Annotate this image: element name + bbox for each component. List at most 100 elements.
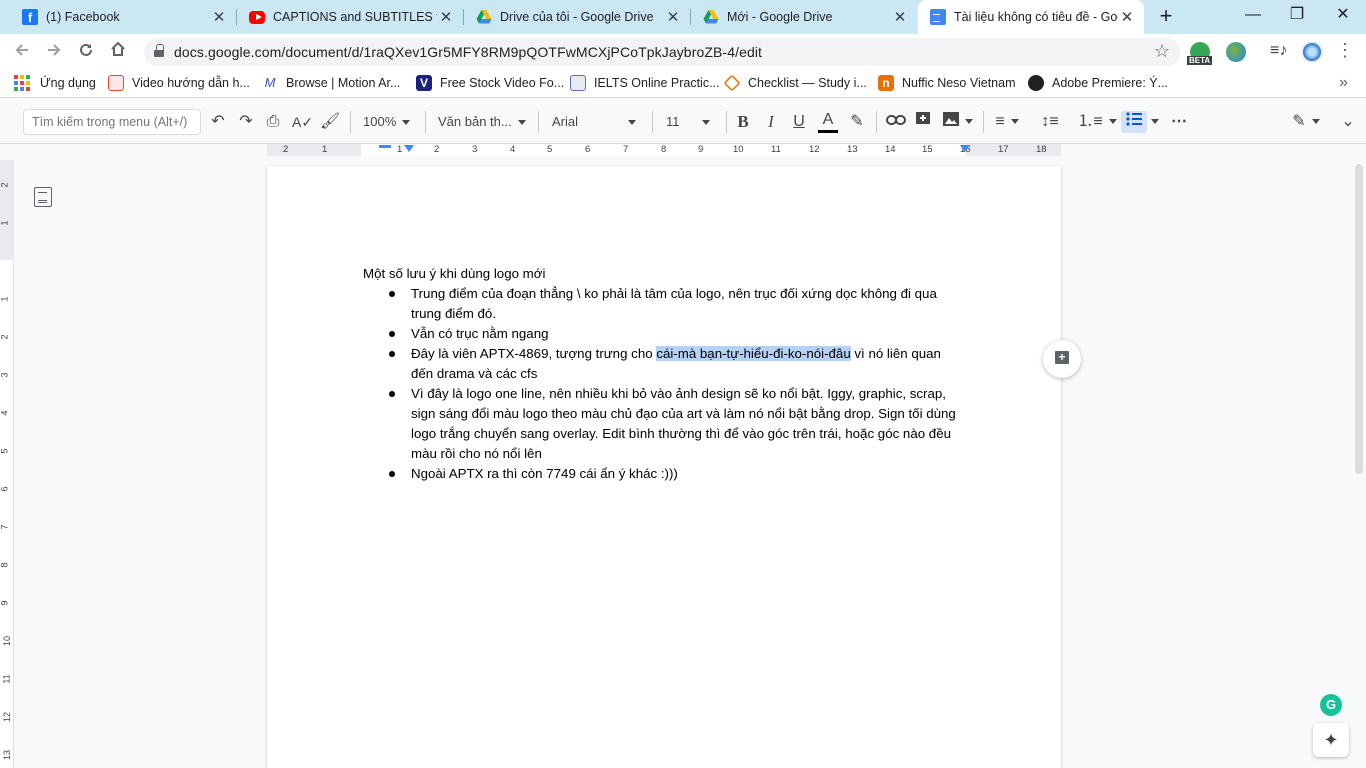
document-outline-icon[interactable] [34,187,52,207]
numbered-list-icon[interactable]: ⒈≡ [1077,111,1117,133]
collapse-menus-icon[interactable]: ⌄ [1338,111,1358,133]
menu-search-input[interactable] [23,109,201,135]
bookmark-nuffic[interactable]: n Nuffic Neso Vietnam [878,75,1015,91]
left-indent-marker[interactable] [404,145,414,152]
list-item[interactable]: Trung điểm của đoạn thẳng \ ko phải là t… [363,284,963,324]
ruler-number: 8 [0,562,10,568]
font-size-select[interactable]: 11 [666,111,718,133]
ruler-number: 8 [661,144,667,155]
toolbar-divider [726,111,727,133]
font-family-select[interactable]: Arial [552,111,644,133]
redo-icon[interactable]: ↷ [236,111,256,133]
list-item[interactable]: Vẫn có trục nằm ngang [363,324,963,344]
bookmark-label: IELTS Online Practic... [594,76,720,90]
ruler-left-margin [267,144,361,156]
tab-drive-new[interactable]: Mới - Google Drive ✕ [691,0,917,34]
ruler-number: 15 [922,144,933,155]
toolbar-divider [350,111,351,133]
close-window-button[interactable]: ✕ [1323,4,1363,28]
bookmark-free-stock-video[interactable]: V Free Stock Video Fo... [416,75,564,91]
document-body[interactable]: Một số lưu ý khi dùng logo mới Trung điể… [363,264,963,484]
underline-icon[interactable]: U [789,111,809,133]
list-item[interactable]: Ngoài APTX ra thì còn 7749 cái ẩn ý khác… [363,464,963,484]
nuffic-icon: n [878,75,894,91]
insert-image-icon[interactable] [941,111,975,133]
vertical-ruler[interactable]: 2 1 1 2 3 4 5 6 7 8 9 10 11 12 13 [0,160,14,768]
bookmark-motion-array[interactable]: M Browse | Motion Ar... [262,75,401,91]
bookmarks-more-icon[interactable]: » [1339,74,1348,92]
list-item[interactable]: Vì đây là logo one line, nên nhiều khi b… [363,384,963,464]
chevron-down-icon [1311,119,1320,125]
undo-icon[interactable]: ↶ [208,111,228,133]
close-icon[interactable]: ✕ [664,8,682,26]
ruler-number: 11 [1,674,12,684]
new-tab-button[interactable]: + [1154,5,1178,29]
document-page[interactable]: Một số lưu ý khi dùng logo mới Trung điể… [267,166,1061,768]
right-indent-marker[interactable] [960,145,970,152]
toolbar-divider [983,111,984,133]
bookmark-ielts[interactable]: IELTS Online Practic... [570,75,720,91]
spellcheck-icon[interactable]: A✓ [292,111,313,133]
scrollbar-thumb[interactable] [1355,164,1363,474]
more-vert-icon[interactable]: ⋮ [1336,40,1354,61]
ruler-number: 9 [0,600,10,606]
bulleted-list-icon[interactable] [1121,111,1147,133]
add-comment-icon[interactable] [913,111,933,133]
beta-label: BETA [1187,56,1213,65]
print-icon[interactable]: ⎙ [263,111,283,133]
text-color-icon[interactable]: A [818,111,838,133]
zoom-select[interactable]: 100% [363,111,417,133]
bold-icon[interactable]: B [733,111,753,133]
globe-extension-icon[interactable] [1226,42,1246,62]
tab-youtube-captions[interactable]: CAPTIONS and SUBTITLES tuto ✕ [237,0,463,34]
tab-facebook[interactable]: f (1) Facebook ✕ [10,0,236,34]
bookmark-adobe-premiere[interactable]: Adobe Premiere: Ý... [1028,75,1168,91]
ruler-number: 1 [397,144,403,155]
paragraph-style-value: Văn bản th... [438,114,512,129]
more-horiz-icon[interactable]: ⋯ [1169,111,1189,133]
bullet-options-caret[interactable] [1147,111,1163,133]
ruler-number: 2 [283,144,289,155]
close-icon[interactable]: ✕ [891,8,909,26]
tab-drive-mine[interactable]: Drive của tôi - Google Drive ✕ [464,0,690,34]
maximize-button[interactable]: ❐ [1277,4,1317,28]
close-icon[interactable]: ✕ [437,8,455,26]
link-icon[interactable] [885,111,907,133]
minimize-button[interactable]: — [1233,4,1273,28]
align-icon[interactable]: ≡ [991,111,1023,133]
line-spacing-icon[interactable]: ↕≡ [1039,111,1061,133]
editing-mode-pencil-icon[interactable]: ✎ [1288,111,1324,133]
close-icon[interactable]: ✕ [1118,8,1136,26]
address-bar[interactable]: docs.google.com/document/d/1raQXev1Gr5MF… [144,38,1180,66]
add-comment-button[interactable] [1043,340,1081,378]
paragraph-style-select[interactable]: Văn bản th... [438,111,530,133]
bookmark-checklist[interactable]: Checklist — Study i... [723,74,867,92]
paint-format-icon[interactable]: 🖌︎ [320,111,340,133]
bookmarks-bar: Ứng dụng Video hướng dẫn h... M Browse |… [0,70,1366,98]
close-icon[interactable]: ✕ [210,8,228,26]
back-button[interactable] [10,40,34,64]
explore-button[interactable]: ✦ [1313,723,1349,757]
horizontal-ruler[interactable]: 2 1 1 2 3 4 5 6 7 8 9 10 11 12 13 14 15 … [0,144,1366,156]
scrollbar[interactable] [1352,160,1366,768]
url-text: docs.google.com/document/d/1raQXev1Gr5MF… [174,44,763,60]
chevron-down-icon [965,119,973,125]
first-line-indent-marker[interactable] [379,145,391,148]
italic-icon[interactable]: I [761,111,781,133]
grammarly-icon[interactable]: G [1320,694,1342,716]
google-drive-icon [703,9,719,25]
tab-docs-untitled[interactable]: Tài liệu không có tiêu đề - Goo ✕ [918,0,1144,34]
docs-toolbar: ↶ ↷ ⎙ A✓ 🖌︎ 100% Văn bản th... Arial 11 … [0,98,1366,144]
bookmark-apps[interactable]: Ứng dụng [14,75,96,91]
font-size-value: 11 [666,114,680,129]
star-icon[interactable]: ☆ [1154,41,1170,62]
bookmark-video-guide[interactable]: Video hướng dẫn h... [108,75,250,91]
highlight-icon[interactable]: ✎ [847,111,867,133]
list-item[interactable]: Đây là viên APTX-4869, tượng trưng cho c… [363,344,963,384]
profile-avatar[interactable] [1301,41,1323,63]
home-button[interactable] [106,40,130,64]
facebook-icon: f [22,9,38,25]
reload-button[interactable] [74,40,98,64]
media-control-icon[interactable]: ≡♪ [1270,42,1290,62]
forward-button[interactable] [42,40,66,64]
